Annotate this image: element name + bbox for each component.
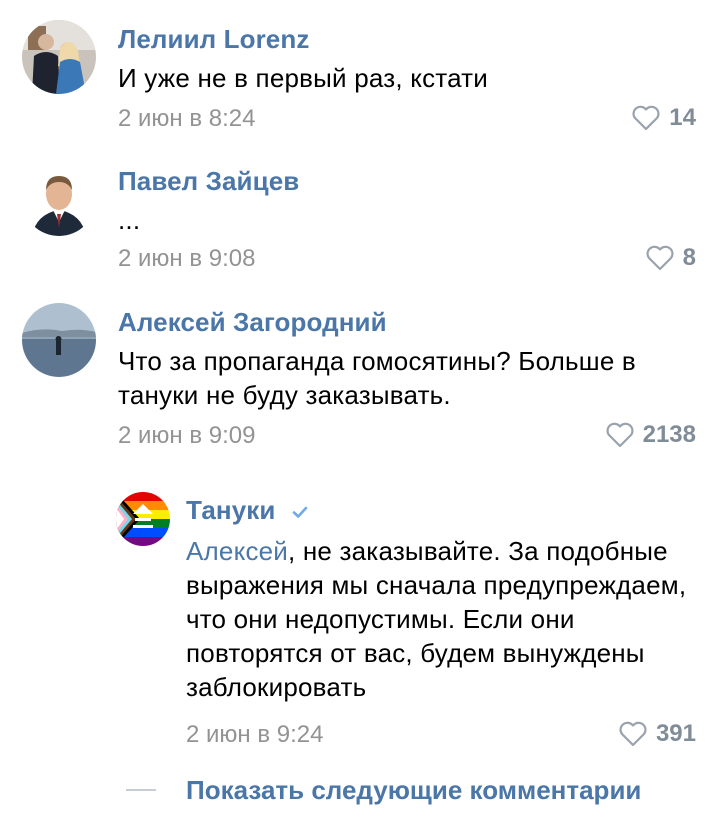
avatar[interactable]	[22, 20, 96, 94]
like-count: 14	[669, 104, 696, 131]
show-more-label[interactable]: Показать следующие комментарии	[186, 775, 641, 806]
like-count: 8	[682, 244, 696, 271]
verified-check-icon	[292, 506, 308, 518]
avatar[interactable]	[116, 492, 170, 546]
avatar[interactable]	[22, 303, 96, 377]
comment-item: Алексей Загородний Что за пропаганда гом…	[0, 280, 720, 470]
reply-date[interactable]: 2 июн в 9:24	[186, 721, 323, 749]
reply-author[interactable]: Тануки	[186, 495, 309, 526]
comment-item: Лелиил Lorenz И уже не в первый раз, кст…	[0, 0, 720, 140]
comment-author[interactable]: Павел Зайцев	[118, 166, 299, 197]
like-button[interactable]: 14	[631, 104, 696, 132]
like-count: 2138	[642, 421, 696, 448]
reply-item: Тануки Алексей, не заказывайте. За подоб…	[0, 480, 720, 770]
like-count: 391	[655, 720, 696, 747]
show-more-comments[interactable]: Показать следующие комментарии	[0, 770, 720, 810]
heart-icon	[632, 105, 660, 131]
reply-text: Алексей, не заказывайте. За подобные выр…	[186, 534, 706, 704]
comment-text: И уже не в первый раз, кстати	[118, 63, 489, 93]
comment-date[interactable]: 2 июн в 9:08	[118, 245, 255, 273]
divider	[126, 789, 156, 791]
heart-icon	[606, 422, 634, 448]
heart-icon	[646, 245, 674, 271]
comment-text: ...	[118, 205, 141, 235]
mention-link[interactable]: Алексей	[186, 536, 288, 566]
comment-item: Павел Зайцев ... 2 июн в 9:08 8	[0, 140, 720, 280]
comment-author[interactable]: Алексей Загородний	[118, 307, 387, 338]
heart-icon	[619, 721, 647, 747]
like-button[interactable]: 2138	[605, 421, 696, 449]
comment-date[interactable]: 2 июн в 9:09	[118, 422, 255, 450]
comment-text: Что за пропаганда гомосятины? Больше в т…	[118, 346, 636, 410]
reply-author-name: Тануки	[186, 495, 276, 525]
avatar[interactable]	[22, 162, 96, 236]
like-button[interactable]: 391	[618, 720, 696, 748]
comment-date[interactable]: 2 июн в 8:24	[118, 105, 255, 133]
comment-author[interactable]: Лелиил Lorenz	[118, 24, 309, 55]
like-button[interactable]: 8	[645, 244, 696, 272]
